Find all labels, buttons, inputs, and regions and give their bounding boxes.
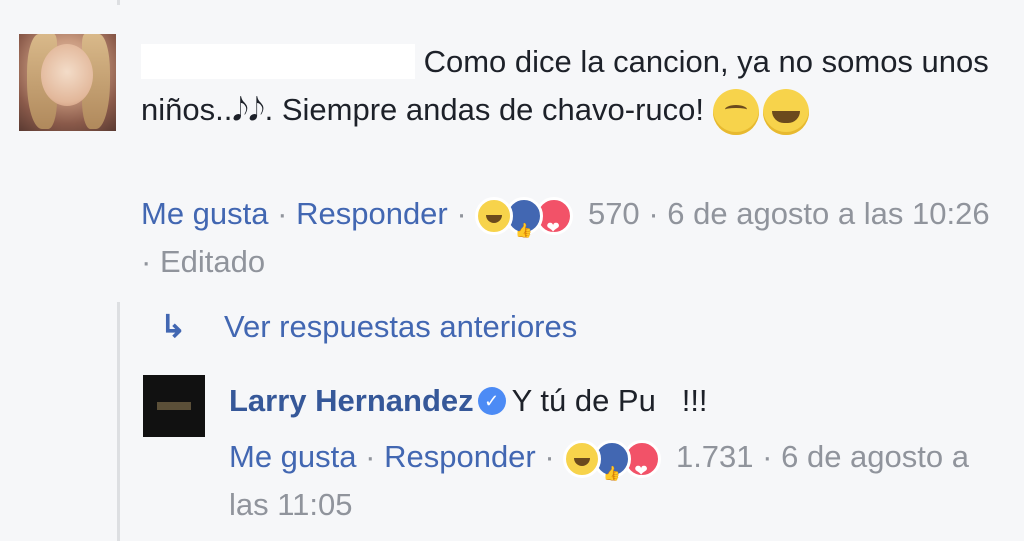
separator: ·	[648, 196, 659, 231]
verified-badge-icon: ✓	[477, 386, 506, 415]
laughing-face-icon	[762, 88, 809, 135]
separator: ·	[365, 439, 376, 474]
separator: ·	[544, 439, 555, 474]
reaction-count[interactable]: 570	[588, 196, 640, 231]
reactions-summary[interactable]	[563, 439, 663, 497]
logo-icon	[157, 402, 191, 410]
timestamp[interactable]: 6 de agosto a las 10:26	[667, 196, 989, 231]
separator: ·	[277, 196, 288, 231]
like-link[interactable]: Me gusta	[229, 439, 357, 474]
comment-body: Erikita Emose Deep Como dice la cancion,…	[141, 38, 1001, 135]
comment-actions: Me gusta · Responder · 570 · 6 de agosto…	[141, 190, 1001, 286]
like-link[interactable]: Me gusta	[141, 196, 269, 231]
haha-reaction-icon	[475, 196, 514, 235]
thread-line	[117, 302, 120, 541]
reply-avatar[interactable]	[143, 375, 205, 437]
thread-line-top	[117, 0, 120, 5]
reaction-count[interactable]: 1.731	[676, 439, 754, 474]
reply-author-link[interactable]: Larry Hernandez	[229, 383, 474, 418]
reply-text-end: !!!	[681, 383, 708, 418]
edited-label[interactable]: Editado	[160, 244, 265, 279]
separator: ·	[141, 244, 152, 279]
comment-author-link[interactable]: Erikita Emose Deep	[141, 44, 415, 79]
reply-link[interactable]: Responder	[296, 196, 448, 231]
haha-reaction-icon	[563, 439, 602, 478]
reply-body: Larry Hernandez ✓ Y tú de Pu !!!	[229, 377, 989, 425]
reply-text: Y tú de Pu	[511, 383, 656, 418]
reply-link[interactable]: Responder	[384, 439, 536, 474]
music-notes-icon: 𝅘𝅥𝅮𝅘𝅥𝅮	[232, 92, 265, 127]
reply-arrow-icon: ↳	[160, 309, 186, 344]
comment-text-after: . Siempre andas de chavo-ruco!	[264, 92, 704, 127]
see-previous-label[interactable]: Ver respuestas anteriores	[224, 309, 577, 344]
reactions-summary[interactable]	[475, 196, 575, 254]
unamused-face-icon	[712, 88, 759, 135]
separator: ·	[456, 196, 467, 231]
reply-actions: Me gusta · Responder · 1.731 · 6 de agos…	[229, 433, 989, 529]
avatar[interactable]	[19, 34, 116, 131]
separator: ·	[762, 439, 773, 474]
see-previous-replies[interactable]: ↳ Ver respuestas anteriores	[160, 303, 577, 351]
